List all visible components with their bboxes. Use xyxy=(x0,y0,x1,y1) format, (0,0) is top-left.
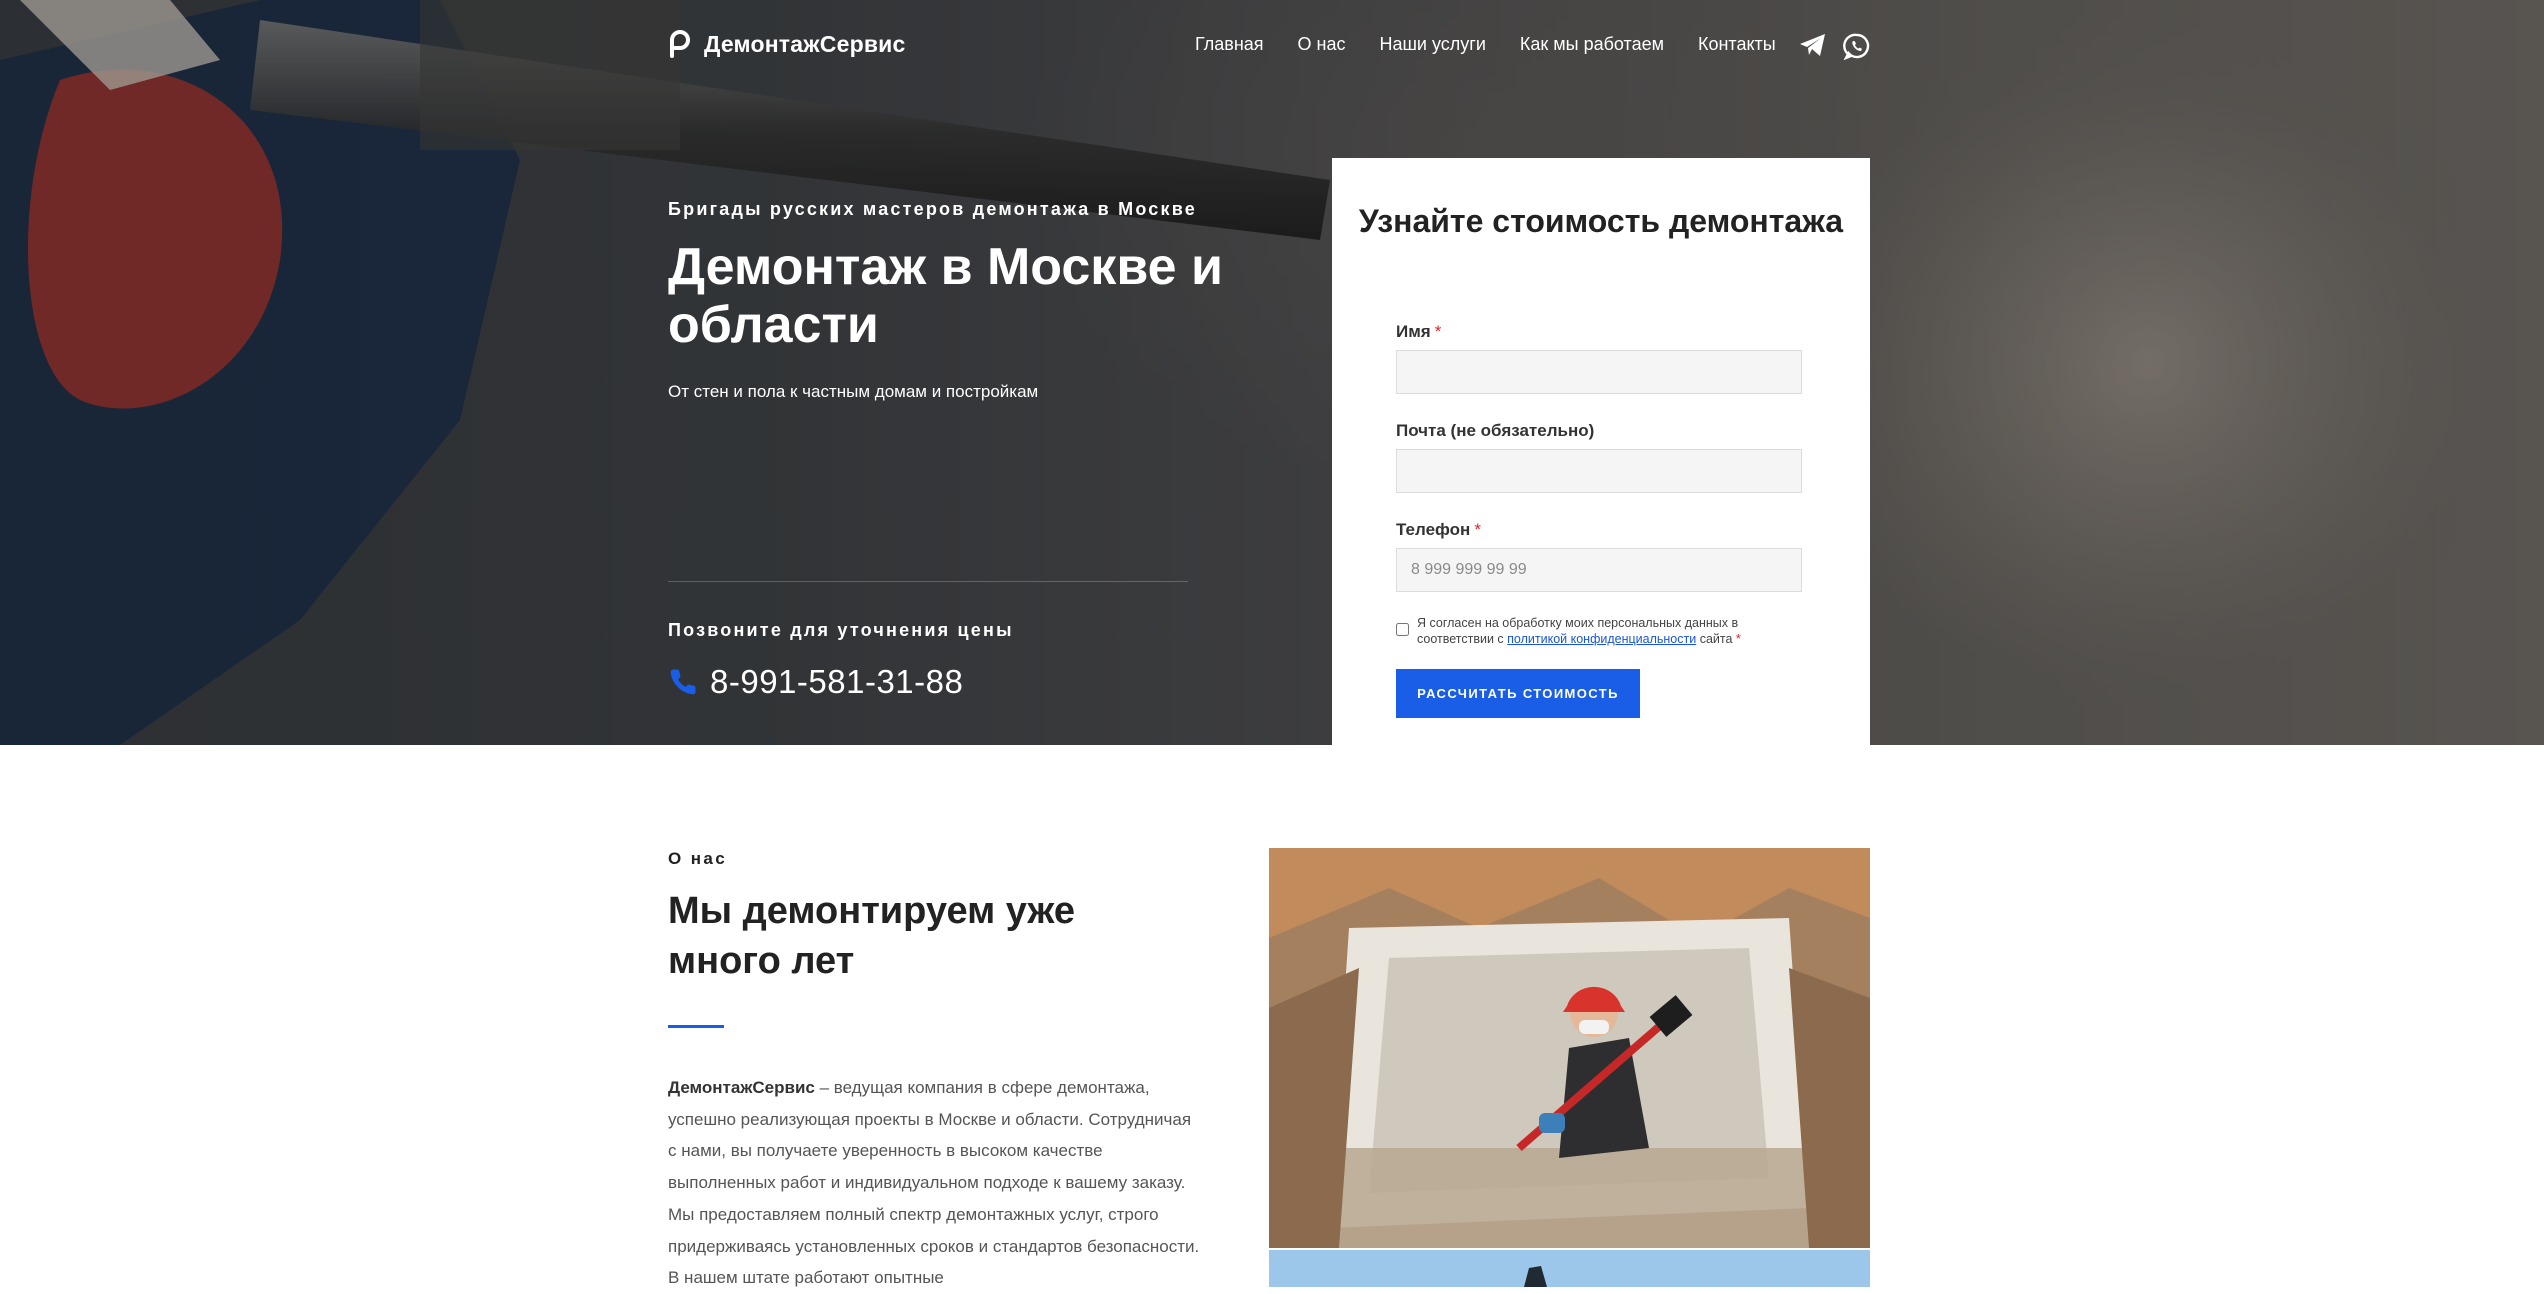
about-eyebrow: О нас xyxy=(668,849,728,868)
social-links xyxy=(1799,32,1871,60)
nav-item-home[interactable]: Главная xyxy=(1195,34,1264,55)
accent-divider xyxy=(668,1025,724,1028)
name-field[interactable] xyxy=(1396,350,1802,394)
hero-divider xyxy=(668,581,1188,582)
about-photo-worker xyxy=(1269,848,1870,1248)
nav-item-contacts[interactable]: Контакты xyxy=(1698,34,1776,55)
consent-suffix: сайта xyxy=(1699,632,1733,646)
about-body: – ведущая компания в сфере демонтажа, ус… xyxy=(668,1078,1200,1288)
call-label: Позвоните для уточнения цены xyxy=(668,620,1014,640)
nav-item-services[interactable]: Наши услуги xyxy=(1379,34,1485,55)
main-nav: Главная О нас Наши услуги Как мы работае… xyxy=(1195,34,1776,55)
about-brand: ДемонтажСервис xyxy=(668,1078,815,1097)
required-mark: * xyxy=(1434,322,1442,341)
hero-title: Демонтаж в Москве и области xyxy=(668,238,1223,354)
phone-link[interactable]: 8-991-581-31-88 xyxy=(668,663,963,701)
second-photo-illustration xyxy=(1269,1250,1870,1287)
email-field[interactable] xyxy=(1396,449,1802,493)
hero-dark-overlay xyxy=(0,0,2544,745)
hero-subtitle: От стен и пола к частным домам и построй… xyxy=(668,382,1039,401)
name-label-text: Имя xyxy=(1396,322,1431,341)
phone-label: Телефон * xyxy=(1396,520,1481,540)
calculate-cost-button[interactable]: РАССЧИТАТЬ СТОИМОСТЬ xyxy=(1396,669,1640,718)
privacy-policy-link[interactable]: политикой конфиденциальности xyxy=(1507,632,1696,646)
nav-item-about[interactable]: О нас xyxy=(1298,34,1346,55)
phone-field[interactable] xyxy=(1396,548,1802,592)
form-title: Узнайте стоимость демонтажа xyxy=(1358,203,1844,239)
required-mark: * xyxy=(1474,520,1481,539)
consent-row: Я согласен на обработку моих персональны… xyxy=(1396,615,1816,647)
about-photo-second xyxy=(1269,1250,1870,1287)
phone-icon xyxy=(670,669,696,695)
about-title: Мы демонтируем уже много лет xyxy=(668,890,1075,982)
quote-form-card: Узнайте стоимость демонтажа Имя * Почта (… xyxy=(1332,158,1870,745)
name-label: Имя * xyxy=(1396,322,1441,342)
email-label: Почта (не обязательно) xyxy=(1396,421,1595,440)
phone-number: 8-991-581-31-88 xyxy=(710,663,964,700)
consent-text: Я согласен на обработку моих персональны… xyxy=(1417,615,1816,647)
consent-checkbox[interactable] xyxy=(1396,623,1409,636)
required-mark: * xyxy=(1735,632,1741,646)
logo-icon xyxy=(670,30,690,58)
hero-section: ДемонтажСервис Главная О нас Наши услуги… xyxy=(0,0,2544,745)
nav-item-how-we-work[interactable]: Как мы работаем xyxy=(1520,34,1664,55)
whatsapp-icon[interactable] xyxy=(1843,32,1871,60)
logo[interactable]: ДемонтажСервис xyxy=(668,30,906,58)
worker-photo-illustration xyxy=(1269,848,1870,1248)
about-paragraph: ДемонтажСервис – ведущая компания в сфер… xyxy=(668,1072,1204,1294)
telegram-icon[interactable] xyxy=(1799,32,1827,58)
phone-label-text: Телефон xyxy=(1396,520,1471,539)
hero-eyebrow: Бригады русских мастеров демонтажа в Мос… xyxy=(668,199,1197,219)
brand-name: ДемонтажСервис xyxy=(704,30,906,57)
